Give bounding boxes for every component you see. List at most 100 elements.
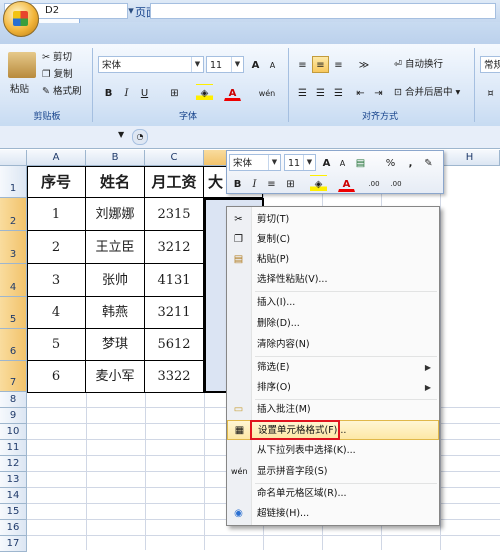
table-cell[interactable]: 3 xyxy=(27,264,86,297)
font-color-icon[interactable]: A xyxy=(224,84,241,101)
shrink-font-button[interactable]: A xyxy=(264,56,281,73)
number-format-combo[interactable]: 常规 xyxy=(480,56,500,73)
wrap-text-button[interactable]: ⏎ 自动换行 xyxy=(394,57,443,73)
format-painter-icon[interactable]: ✎ xyxy=(420,154,437,171)
menu-item-delete[interactable]: 删除(D)... xyxy=(227,314,439,334)
table-header-cell[interactable]: 月工资 xyxy=(145,166,204,198)
chevron-down-icon[interactable]: ▼ xyxy=(303,155,315,170)
table-cell[interactable]: 3211 xyxy=(145,297,204,329)
menu-item-clear-contents[interactable]: 清除内容(N) xyxy=(227,335,439,355)
chevron-down-icon[interactable]: ▼ xyxy=(268,155,280,170)
table-cell[interactable]: 张帅 xyxy=(86,264,145,297)
row-header[interactable]: 2 xyxy=(0,198,27,231)
table-cell[interactable]: 5612 xyxy=(145,329,204,361)
row-header[interactable]: 4 xyxy=(0,264,27,297)
table-cell[interactable]: 梦琪 xyxy=(86,329,145,361)
menu-item-phonetic[interactable]: wén 显示拼音字段(S) xyxy=(227,462,439,482)
center-align-icon[interactable]: ≡ xyxy=(263,175,280,192)
grow-font-button[interactable]: A xyxy=(247,56,264,73)
menu-item-copy[interactable]: ❐ 复制(C) xyxy=(227,230,439,250)
underline-button[interactable]: U xyxy=(136,84,153,101)
table-cell[interactable]: 2 xyxy=(27,231,86,264)
borders-icon[interactable]: ⊞ xyxy=(282,175,299,192)
increase-decimal-button[interactable]: .00 xyxy=(364,175,384,192)
row-header[interactable]: 12 xyxy=(0,456,27,472)
table-cell[interactable]: 韩燕 xyxy=(86,297,145,329)
row-header[interactable]: 13 xyxy=(0,472,27,488)
row-header[interactable]: 9 xyxy=(0,408,27,424)
format-painter-button[interactable]: ✎ 格式刷 xyxy=(42,84,82,100)
row-header[interactable]: 6 xyxy=(0,329,27,361)
table-cell[interactable]: 6 xyxy=(27,361,86,393)
column-header[interactable]: A xyxy=(27,150,86,166)
orientation-icon[interactable]: ≫ xyxy=(352,56,376,73)
copy-button[interactable]: ❐ 复制 xyxy=(42,67,73,83)
table-header-cell[interactable]: 序号 xyxy=(27,166,86,198)
row-header[interactable]: 8 xyxy=(0,392,27,408)
formula-input[interactable] xyxy=(150,3,496,19)
row-header[interactable]: 16 xyxy=(0,520,27,536)
fill-color-icon[interactable]: ◈ xyxy=(310,175,327,192)
table-cell[interactable]: 3322 xyxy=(145,361,204,393)
cut-button[interactable]: ✂ 剪切 xyxy=(42,50,72,66)
percent-button[interactable]: % xyxy=(382,154,399,171)
row-header[interactable]: 10 xyxy=(0,424,27,440)
row-header[interactable]: 3 xyxy=(0,231,27,264)
chevron-down-icon[interactable]: ▼ xyxy=(191,57,203,72)
menu-item-filter[interactable]: 筛选(E) ▶ xyxy=(227,358,439,378)
office-button[interactable] xyxy=(3,1,39,37)
italic-button[interactable]: I xyxy=(118,84,135,101)
row-header[interactable]: 15 xyxy=(0,504,27,520)
mini-bold-button[interactable]: B xyxy=(229,175,246,192)
increase-indent-icon[interactable]: ⇥ xyxy=(370,84,387,101)
table-header-cell[interactable]: 姓名 xyxy=(86,166,145,198)
menu-item-define-name[interactable]: 命名单元格区域(R)... xyxy=(227,484,439,504)
menu-item-cut[interactable]: ✂ 剪切(T) xyxy=(227,210,439,230)
mini-grow-font-button[interactable]: A xyxy=(318,154,335,171)
align-top-icon[interactable]: ≡ xyxy=(294,56,311,73)
table-cell[interactable]: 刘娜娜 xyxy=(86,198,145,231)
align-bottom-icon[interactable]: ≡ xyxy=(330,56,347,73)
paste-icon[interactable] xyxy=(8,52,36,78)
table-cell[interactable]: 王立臣 xyxy=(86,231,145,264)
merge-center-button[interactable]: ⊡ 合并后居中 ▾ xyxy=(394,85,460,101)
column-header[interactable]: B xyxy=(86,150,145,166)
fill-color-icon[interactable]: ◈ xyxy=(196,84,213,101)
fx-icon[interactable]: ◔ xyxy=(132,129,148,145)
menu-item-pick-from-list[interactable]: 从下拉列表中选择(K)... xyxy=(227,441,439,461)
table-cell[interactable]: 4131 xyxy=(145,264,204,297)
table-cell[interactable]: 4 xyxy=(27,297,86,329)
column-header[interactable]: H xyxy=(440,150,500,166)
menu-item-insert[interactable]: 插入(I)... xyxy=(227,293,439,313)
decrease-indent-icon[interactable]: ⇤ xyxy=(352,84,369,101)
row-header[interactable]: 11 xyxy=(0,440,27,456)
align-left-icon[interactable]: ☰ xyxy=(294,84,311,101)
table-cell[interactable]: 5 xyxy=(27,329,86,361)
table-cell[interactable]: 2315 xyxy=(145,198,204,231)
mini-size-combo[interactable]: 11 ▼ xyxy=(284,154,316,171)
align-right-icon[interactable]: ☰ xyxy=(330,84,347,101)
paste-button[interactable]: 粘贴 xyxy=(10,82,29,98)
mini-shrink-font-button[interactable]: A xyxy=(334,154,351,171)
bold-button[interactable]: B xyxy=(100,84,117,101)
column-header[interactable]: C xyxy=(145,150,204,166)
menu-item-paste-special[interactable]: 选择性粘贴(V)... xyxy=(227,270,439,290)
mini-italic-button[interactable]: I xyxy=(246,175,263,192)
menu-item-hyperlink[interactable]: ◉ 超链接(H)... xyxy=(227,504,439,524)
chevron-down-icon[interactable]: ▼ xyxy=(231,57,243,72)
comma-button[interactable]: , xyxy=(402,154,419,171)
mini-font-combo[interactable]: 宋体 ▼ xyxy=(229,154,281,171)
align-center-icon[interactable]: ☰ xyxy=(312,84,329,101)
row-header[interactable]: 14 xyxy=(0,488,27,504)
phonetic-icon[interactable]: wén xyxy=(256,84,278,101)
row-header[interactable]: 1 xyxy=(0,166,27,198)
align-middle-icon[interactable]: ≡ xyxy=(312,56,329,73)
row-header[interactable]: 7 xyxy=(0,361,27,392)
select-all-corner[interactable] xyxy=(0,150,27,166)
accounting-format-icon[interactable]: ▤ xyxy=(352,154,369,171)
row-header[interactable]: 5 xyxy=(0,297,27,329)
table-cell[interactable]: 麦小军 xyxy=(86,361,145,393)
font-size-combo[interactable]: 11 ▼ xyxy=(206,56,244,73)
decrease-decimal-button[interactable]: .00 xyxy=(386,175,406,192)
menu-item-paste[interactable]: ▤ 粘贴(P) xyxy=(227,250,439,270)
